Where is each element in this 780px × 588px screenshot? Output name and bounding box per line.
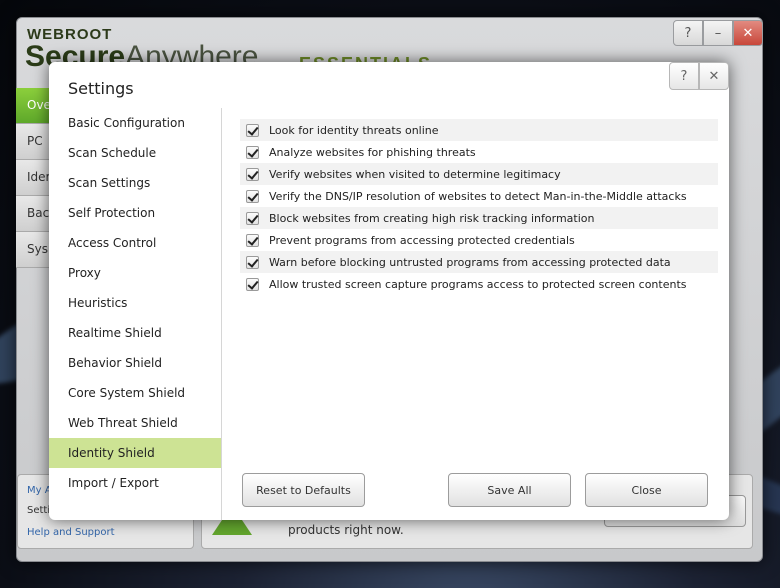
nav-self-protection[interactable]: Self Protection	[49, 198, 221, 228]
option-label: Warn before blocking untrusted programs …	[269, 255, 671, 269]
option-row: Allow trusted screen capture programs ac…	[240, 273, 718, 295]
dialog-close-icon[interactable]: ✕	[699, 62, 729, 90]
nav-access-control[interactable]: Access Control	[49, 228, 221, 258]
option-label: Block websites from creating high risk t…	[269, 211, 595, 225]
app-link[interactable]: Setti	[27, 505, 50, 516]
nav-web-threat-shield[interactable]: Web Threat Shield	[49, 408, 221, 438]
nav-scan-settings[interactable]: Scan Settings	[49, 168, 221, 198]
nav-proxy[interactable]: Proxy	[49, 258, 221, 288]
save-all-button[interactable]: Save All	[448, 473, 571, 507]
option-row: Verify the DNS/IP resolution of websites…	[240, 185, 718, 207]
option-label: Look for identity threats online	[269, 123, 439, 137]
close-button[interactable]: Close	[585, 473, 708, 507]
checkbox[interactable]	[246, 211, 259, 225]
app-close-icon[interactable]: ✕	[733, 20, 763, 46]
checkbox[interactable]	[246, 255, 259, 269]
option-row: Prevent programs from accessing protecte…	[240, 229, 718, 251]
option-row: Look for identity threats online	[240, 119, 718, 141]
option-row: Analyze websites for phishing threats	[240, 141, 718, 163]
checkbox[interactable]	[246, 233, 259, 247]
nav-realtime-shield[interactable]: Realtime Shield	[49, 318, 221, 348]
checkbox[interactable]	[246, 189, 259, 203]
identity-shield-options: Look for identity threats online Analyze…	[240, 119, 718, 295]
checkbox[interactable]	[246, 167, 259, 181]
app-link[interactable]: My A	[27, 485, 52, 496]
dialog-title: Settings	[68, 79, 134, 98]
option-label: Analyze websites for phishing threats	[269, 145, 476, 159]
nav-import-export[interactable]: Import / Export	[49, 468, 221, 498]
option-row: Block websites from creating high risk t…	[240, 207, 718, 229]
nav-heuristics[interactable]: Heuristics	[49, 288, 221, 318]
checkbox[interactable]	[246, 123, 259, 137]
option-row: Verify websites when visited to determin…	[240, 163, 718, 185]
nav-identity-shield[interactable]: Identity Shield	[49, 438, 221, 468]
option-label: Verify the DNS/IP resolution of websites…	[269, 189, 687, 203]
option-label: Prevent programs from accessing protecte…	[269, 233, 575, 247]
option-label: Allow trusted screen capture programs ac…	[269, 277, 687, 291]
option-row: Warn before blocking untrusted programs …	[240, 251, 718, 273]
nav-core-system-shield[interactable]: Core System Shield	[49, 378, 221, 408]
settings-dialog: Settings ? ✕ Basic Configuration Scan Sc…	[49, 62, 729, 520]
nav-behavior-shield[interactable]: Behavior Shield	[49, 348, 221, 378]
settings-nav: Basic Configuration Scan Schedule Scan S…	[49, 108, 222, 520]
promo-text: products right now.	[288, 523, 404, 537]
dialog-help-icon[interactable]: ?	[669, 62, 699, 90]
nav-scan-schedule[interactable]: Scan Schedule	[49, 138, 221, 168]
help-support-link[interactable]: Help and Support	[27, 527, 115, 538]
checkbox[interactable]	[246, 145, 259, 159]
nav-basic-configuration[interactable]: Basic Configuration	[49, 108, 221, 138]
option-label: Verify websites when visited to determin…	[269, 167, 561, 181]
app-help-icon[interactable]: ?	[673, 20, 703, 46]
checkbox[interactable]	[246, 277, 259, 291]
reset-defaults-button[interactable]: Reset to Defaults	[242, 473, 365, 507]
app-minimize-icon[interactable]: –	[703, 20, 733, 46]
